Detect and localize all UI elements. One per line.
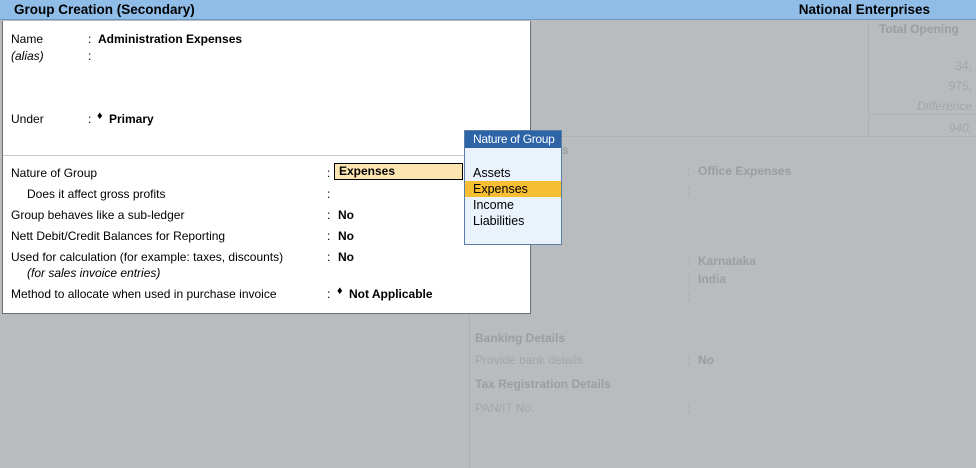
bg-value: 940, <box>948 121 972 135</box>
method-label: Method to allocate when used in purchase… <box>11 287 277 301</box>
bg-banking-heading: Banking Details <box>475 331 566 345</box>
bg-colon: : <box>687 290 691 304</box>
nett-colon: : <box>327 229 331 243</box>
nature-of-group-list: Nature of Group Assets Expenses Income L… <box>464 130 562 245</box>
under-colon: : <box>88 112 92 126</box>
bg-divider <box>868 21 869 136</box>
gross-profit-label: Does it affect gross profits <box>27 187 166 201</box>
nett-balance-field[interactable]: No <box>338 229 354 243</box>
nature-label: Nature of Group <box>11 166 98 180</box>
list-item-liabilities[interactable]: Liabilities <box>465 213 561 229</box>
alias-colon: : <box>88 49 92 63</box>
bg-provide-bank-value: No <box>698 353 714 367</box>
bg-colon: : <box>687 164 691 178</box>
subledger-field[interactable]: No <box>338 208 354 222</box>
bg-colon: : <box>687 272 691 286</box>
bg-colon: : <box>687 183 691 197</box>
name-colon: : <box>88 32 92 46</box>
bg-column-header: Total Opening <box>879 22 959 36</box>
form-divider <box>3 155 530 156</box>
subledger-colon: : <box>327 208 331 222</box>
under-field[interactable]: Primary <box>109 112 154 126</box>
nature-of-group-field[interactable]: Expenses <box>334 163 463 180</box>
calculation-field[interactable]: No <box>338 250 354 264</box>
method-colon: : <box>327 287 331 301</box>
company-name: National Enterprises <box>798 2 930 17</box>
alias-label: (alias) <box>11 49 44 63</box>
diamond-icon: ♦ <box>337 285 343 297</box>
bg-office-expenses: Office Expenses <box>698 164 792 178</box>
diamond-icon: ♦ <box>97 110 103 122</box>
title-bar: Group Creation (Secondary) National Ente… <box>0 0 976 20</box>
bg-difference-label: Difference <box>917 99 972 113</box>
gross-colon: : <box>327 187 331 201</box>
name-label: Name <box>11 32 44 46</box>
bg-divider <box>868 114 976 115</box>
bg-value: 975, <box>948 79 972 93</box>
bg-text: s <box>562 143 569 157</box>
list-item-assets[interactable]: Assets <box>465 165 561 181</box>
bg-colon: : <box>687 353 691 367</box>
calculation-label: Used for calculation (for example: taxes… <box>11 250 284 264</box>
group-creation-form: Name : Administration Expenses (alias) :… <box>2 21 531 314</box>
bg-colon: : <box>687 401 691 415</box>
calc-colon: : <box>327 250 331 264</box>
bg-tax-heading: Tax Registration Details <box>475 377 611 391</box>
list-item-income[interactable]: Income <box>465 197 561 213</box>
nature-colon: : <box>327 166 331 180</box>
calculation-sublabel: (for sales invoice entries) <box>27 266 161 280</box>
under-label: Under <box>11 112 44 126</box>
nett-balance-label: Nett Debit/Credit Balances for Reporting <box>11 229 226 243</box>
bg-country: India <box>698 272 727 286</box>
bg-pan-label: PAN/IT No. <box>475 401 535 415</box>
method-field[interactable]: Not Applicable <box>349 287 433 301</box>
subledger-label: Group behaves like a sub-ledger <box>11 208 185 222</box>
popup-title: Nature of Group <box>465 131 561 148</box>
name-field[interactable]: Administration Expenses <box>98 32 242 46</box>
list-item-expenses[interactable]: Expenses <box>465 181 561 197</box>
bg-colon: : <box>687 254 691 268</box>
bg-value: 34, <box>955 59 972 73</box>
window-title: Group Creation (Secondary) <box>14 2 195 17</box>
bg-state: Karnataka <box>698 254 757 268</box>
bg-provide-bank-label: Provide bank details <box>475 353 584 367</box>
